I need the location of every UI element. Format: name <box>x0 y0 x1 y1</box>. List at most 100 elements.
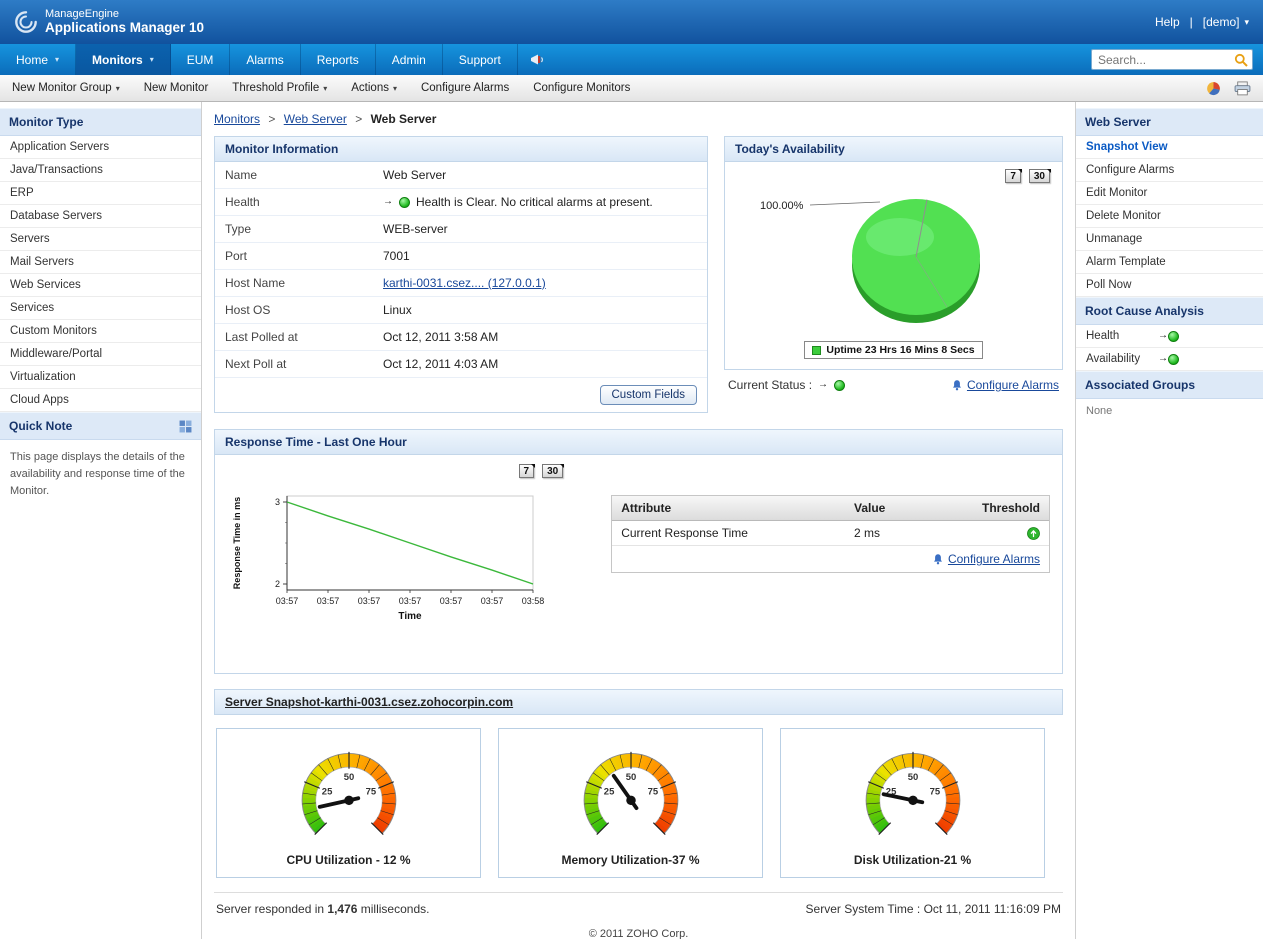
uptime-swatch-icon <box>812 346 821 355</box>
configure-monitors-toolbar-button[interactable]: Configure Monitors <box>533 82 630 94</box>
associated-groups-header: Associated Groups <box>1076 371 1263 399</box>
column-header-attribute: Attribute <box>612 496 845 520</box>
chevron-down-icon: ▾ <box>116 84 120 93</box>
action-delete-monitor[interactable]: Delete Monitor <box>1076 205 1263 228</box>
rca-health-label: Health <box>1086 330 1158 342</box>
configure-alarms-link[interactable]: Configure Alarms <box>948 552 1040 566</box>
table-row: Type WEB-server <box>215 216 707 243</box>
configure-monitors-toolbar-label: Configure Monitors <box>533 82 630 94</box>
last-7-days-button[interactable]: 7 <box>519 464 535 478</box>
row-label: Last Polled at <box>215 324 373 350</box>
chevron-down-icon: ▾ <box>1244 17 1249 28</box>
gauges-row: 255075 CPU Utilization - 12 % 255075 Mem… <box>214 715 1063 884</box>
tab-eum[interactable]: EUM <box>171 44 231 75</box>
svg-text:03:57: 03:57 <box>440 596 463 606</box>
tab-alarms[interactable]: Alarms <box>230 44 300 75</box>
sidebar-item-web-services[interactable]: Web Services <box>0 274 201 297</box>
manageengine-logo-icon <box>14 10 38 34</box>
action-edit-monitor[interactable]: Edit Monitor <box>1076 182 1263 205</box>
cpu-utilization-gauge: 255075 <box>285 735 413 853</box>
table-configure-alarms-row: Configure Alarms <box>612 546 1049 572</box>
user-menu[interactable]: [demo] ▾ <box>1203 15 1249 29</box>
threshold-profile-menu[interactable]: Threshold Profile ▾ <box>232 82 327 94</box>
tab-alarms-label: Alarms <box>246 53 283 67</box>
breadcrumb-monitors-link[interactable]: Monitors <box>214 112 260 126</box>
server-snapshot-title-link[interactable]: Server Snapshot-karthi-0031.csez.zohocor… <box>225 695 513 709</box>
host-name-link[interactable]: karthi-0031.csez.... (127.0.0.1) <box>383 276 546 290</box>
megaphone-icon[interactable] <box>518 44 558 75</box>
sidebar-item-virtualization[interactable]: Virtualization <box>0 366 201 389</box>
new-monitor-button[interactable]: New Monitor <box>144 82 209 94</box>
response-time-line-chart: 2303:5703:5703:5703:5703:5703:5703:58Tim… <box>227 478 567 628</box>
sidebar-item-mail-servers[interactable]: Mail Servers <box>0 251 201 274</box>
disk-utilization-gauge: 255075 <box>849 735 977 853</box>
actions-menu[interactable]: Actions ▾ <box>351 82 397 94</box>
brand-logo[interactable]: ManageEngine Applications Manager 10 <box>14 8 204 36</box>
sidebar-item-cloud-apps[interactable]: Cloud Apps <box>0 389 201 412</box>
tab-admin[interactable]: Admin <box>376 44 443 75</box>
action-alarm-template[interactable]: Alarm Template <box>1076 251 1263 274</box>
search-icon[interactable] <box>1234 53 1248 67</box>
pie-chart-icon[interactable] <box>1205 81 1222 96</box>
availability-status-row: Current Status : → Configure Alarms <box>724 370 1063 392</box>
svg-text:03:57: 03:57 <box>358 596 381 606</box>
threshold-status-icon[interactable] <box>1027 527 1040 540</box>
availability-up-icon[interactable] <box>1168 354 1179 365</box>
help-link[interactable]: Help <box>1155 15 1180 29</box>
search-input[interactable] <box>1096 53 1234 67</box>
sidebar-item-servers[interactable]: Servers <box>0 228 201 251</box>
row-value: Health is Clear. No critical alarms at p… <box>416 195 653 209</box>
sidebar-item-java-transactions[interactable]: Java/Transactions <box>0 159 201 182</box>
sidebar-item-application-servers[interactable]: Application Servers <box>0 136 201 159</box>
configure-alarms-link-wrap: Configure Alarms <box>951 378 1059 392</box>
tab-support[interactable]: Support <box>443 44 518 75</box>
svg-text:3: 3 <box>275 497 280 507</box>
table-row: Last Polled at Oct 12, 2011 3:58 AM <box>215 324 707 351</box>
product-name: Applications Manager 10 <box>45 20 204 36</box>
action-configure-alarms[interactable]: Configure Alarms <box>1076 159 1263 182</box>
chevron-down-icon: ▾ <box>393 84 397 93</box>
last-7-days-button[interactable]: 7 <box>1005 169 1021 183</box>
svg-text:2: 2 <box>275 579 280 589</box>
tab-home[interactable]: Home ▾ <box>0 44 76 75</box>
sidebar-item-custom-monitors[interactable]: Custom Monitors <box>0 320 201 343</box>
server-response-time: Server responded in 1,476 milliseconds. <box>216 902 429 916</box>
current-status: Current Status : → <box>728 378 845 392</box>
configure-alarms-toolbar-label: Configure Alarms <box>421 82 509 94</box>
sidebar-item-middleware-portal[interactable]: Middleware/Portal <box>0 343 201 366</box>
custom-fields-button[interactable]: Custom Fields <box>600 385 698 405</box>
memory-utilization-gauge: 255075 <box>567 735 695 853</box>
top-right-links: Help | [demo] ▾ <box>1155 15 1249 29</box>
configure-alarms-toolbar-button[interactable]: Configure Alarms <box>421 82 509 94</box>
health-clear-icon[interactable] <box>1168 331 1179 342</box>
tab-reports-label: Reports <box>317 53 359 67</box>
action-snapshot-view[interactable]: Snapshot View <box>1076 136 1263 159</box>
tab-monitors[interactable]: Monitors ▾ <box>76 44 171 75</box>
configure-alarms-link[interactable]: Configure Alarms <box>967 378 1059 392</box>
tab-reports[interactable]: Reports <box>301 44 376 75</box>
monitor-information-panel: Monitor Information Name Web Server Heal… <box>214 136 708 413</box>
top-divider: | <box>1190 15 1193 29</box>
last-30-days-button[interactable]: 30 <box>1029 169 1050 183</box>
threshold-cell <box>965 522 1049 545</box>
sidebar-item-services[interactable]: Services <box>0 297 201 320</box>
disk-gauge-card: 255075 Disk Utilization-21 % <box>780 728 1045 878</box>
column-header-threshold: Threshold <box>965 496 1049 520</box>
rca-health-row: Health → <box>1076 325 1263 348</box>
breadcrumb-webserver-link[interactable]: Web Server <box>284 112 347 126</box>
snapshot-title-prefix: Server Snapshot- <box>225 695 324 709</box>
pie-highlight <box>866 218 934 256</box>
sidebar-item-database-servers[interactable]: Database Servers <box>0 205 201 228</box>
server-snapshot-header: Server Snapshot-karthi-0031.csez.zohocor… <box>214 689 1063 715</box>
action-unmanage[interactable]: Unmanage <box>1076 228 1263 251</box>
table-row: Health → Health is Clear. No critical al… <box>215 189 707 216</box>
attribute-cell: Current Response Time <box>612 521 845 545</box>
action-poll-now[interactable]: Poll Now <box>1076 274 1263 297</box>
new-monitor-group-menu[interactable]: New Monitor Group ▾ <box>12 82 120 94</box>
availability-title: Today's Availability <box>725 137 1062 162</box>
print-icon[interactable] <box>1234 81 1251 96</box>
last-30-days-button[interactable]: 30 <box>542 464 563 478</box>
breadcrumb: Monitors > Web Server > Web Server <box>214 108 1063 136</box>
sidebar-item-erp[interactable]: ERP <box>0 182 201 205</box>
notes-grid-icon[interactable] <box>179 420 192 433</box>
